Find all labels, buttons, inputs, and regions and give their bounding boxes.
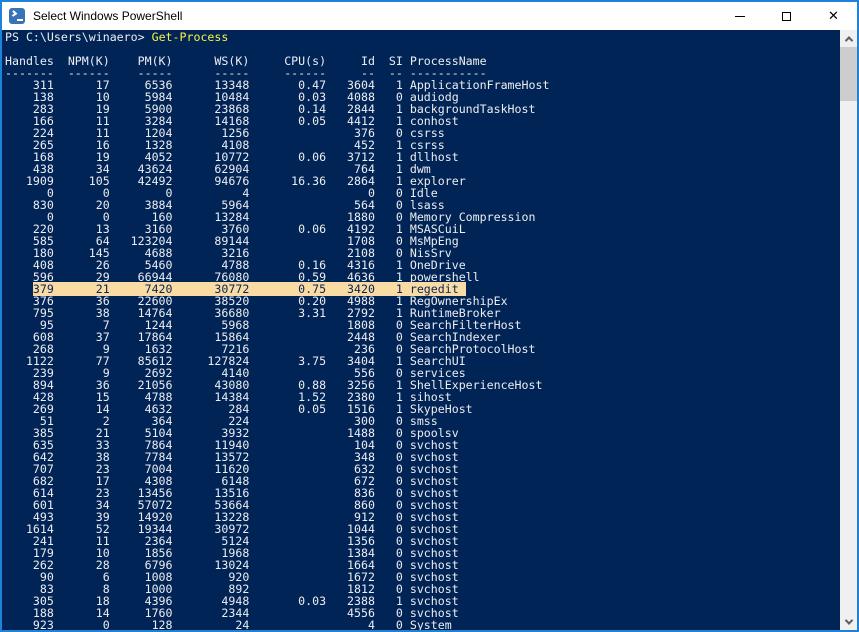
prompt-text: PS C:\Users\winaero> [5,30,152,44]
vertical-scrollbar[interactable] [840,30,857,630]
scroll-down-button[interactable] [840,613,857,630]
powershell-icon[interactable] [9,8,25,24]
typed-command: Get-Process [152,30,229,44]
close-button[interactable]: ✕ [810,2,857,30]
scroll-up-button[interactable] [840,30,857,47]
command-line: PS C:\Users\winaero> Get-Process [5,31,840,43]
title-bar[interactable]: Select Windows PowerShell ✕ [2,2,857,30]
powershell-window: Select Windows PowerShell ✕ PS C:\Users\… [0,0,859,632]
powershell-prompt-arrow-icon [10,10,18,16]
process-row: 923 0 128 24 4 0 System [5,619,840,630]
window-title: Select Windows PowerShell [33,9,182,23]
window-controls: ✕ [716,2,857,30]
minimize-button[interactable] [716,2,763,30]
close-icon: ✕ [828,10,839,23]
chevron-up-icon [844,36,852,44]
powershell-underscore-icon [17,19,23,21]
minimize-icon [735,16,745,17]
scrollbar-thumb[interactable] [840,47,857,101]
maximize-icon [782,12,791,21]
chevron-down-icon [844,616,852,624]
maximize-button[interactable] [763,2,810,30]
console-output[interactable]: PS C:\Users\winaero> Get-ProcessHandles … [2,30,840,630]
